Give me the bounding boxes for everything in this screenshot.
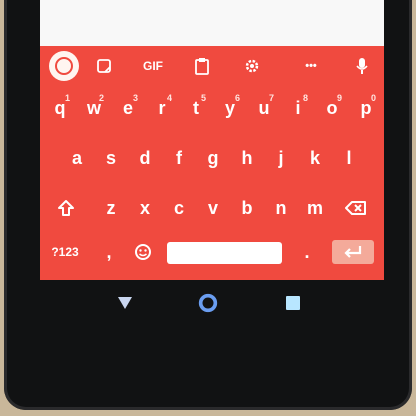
key-w[interactable]: w2 — [78, 90, 110, 126]
back-triangle-icon — [118, 297, 132, 309]
key-k[interactable]: k — [299, 140, 331, 176]
symbols-key[interactable]: ?123 — [44, 234, 86, 270]
more-button[interactable]: ••• — [294, 54, 328, 78]
recents-square-icon — [286, 296, 300, 310]
emoji-key[interactable] — [128, 234, 158, 270]
gif-button[interactable]: GIF — [136, 54, 170, 78]
home-button[interactable] — [197, 292, 219, 314]
key-hint: 0 — [370, 93, 376, 103]
key-v[interactable]: v — [197, 190, 229, 226]
key-hint: 9 — [336, 93, 342, 103]
comma-key[interactable]: , — [94, 234, 124, 270]
shift-arrow-icon — [58, 200, 74, 216]
key-o[interactable]: o9 — [316, 90, 348, 126]
key-hint: 2 — [98, 93, 104, 103]
gear-icon — [245, 59, 259, 73]
key-u[interactable]: u7 — [248, 90, 280, 126]
key-hint: 3 — [132, 93, 138, 103]
key-hint: 1 — [64, 93, 70, 103]
key-row-1: q1 w2 e3 r4 t5 y6 u7 i8 o9 p0 — [40, 90, 384, 126]
sticker-icon — [97, 59, 111, 73]
clipboard-button[interactable] — [188, 54, 216, 78]
enter-arrow-icon — [344, 246, 362, 258]
key-b[interactable]: b — [231, 190, 263, 226]
key-hint: 8 — [302, 93, 308, 103]
key-n[interactable]: n — [265, 190, 297, 226]
period-key[interactable]: . — [292, 234, 322, 270]
microphone-button[interactable] — [348, 54, 376, 78]
key-j[interactable]: j — [265, 140, 297, 176]
key-q[interactable]: q1 — [44, 90, 76, 126]
key-z[interactable]: z — [95, 190, 127, 226]
key-g[interactable]: g — [197, 140, 229, 176]
clipboard-icon — [195, 58, 209, 75]
key-t[interactable]: t5 — [180, 90, 212, 126]
screen: GIF ••• q 1 w 2 e 3 r 4 t 5 y 6 u 7 i 8 … — [40, 0, 384, 280]
key-s[interactable]: s — [95, 140, 127, 176]
key-p[interactable]: p0 — [350, 90, 382, 126]
period-label: . — [304, 241, 310, 262]
back-button[interactable] — [114, 292, 136, 314]
key-r[interactable]: r4 — [146, 90, 178, 126]
key-y[interactable]: y6 — [214, 90, 246, 126]
symbols-label: ?123 — [51, 245, 79, 259]
settings-button[interactable] — [238, 54, 266, 78]
phone-frame: GIF ••• q 1 w 2 e 3 r 4 t 5 y 6 u 7 i 8 … — [4, 0, 412, 410]
spacebar[interactable] — [167, 242, 282, 264]
google-g-button[interactable] — [49, 51, 79, 81]
key-row-4: ?123 , . — [40, 234, 384, 270]
key-m[interactable]: m — [299, 190, 331, 226]
key-row-2: a s d f g h j k l — [40, 140, 384, 176]
more-label: ••• — [305, 60, 317, 72]
backspace-key[interactable] — [338, 190, 374, 226]
key-i[interactable]: i8 — [282, 90, 314, 126]
key-hint: 4 — [166, 93, 172, 103]
comma-label: , — [106, 241, 112, 262]
key-l[interactable]: l — [333, 140, 365, 176]
key-hint: 7 — [268, 93, 274, 103]
emoji-icon — [135, 244, 151, 260]
key-f[interactable]: f — [163, 140, 195, 176]
enter-key[interactable] — [332, 240, 374, 264]
recents-button[interactable] — [282, 292, 304, 314]
keyboard: GIF ••• q 1 w 2 e 3 r 4 t 5 y 6 u 7 i 8 … — [40, 46, 384, 280]
key-row-3: z x c v b n m — [40, 190, 384, 226]
keyboard-toolbar: GIF ••• — [40, 46, 384, 86]
key-hint: 5 — [200, 93, 206, 103]
app-content-area — [40, 0, 384, 46]
microphone-icon — [356, 58, 368, 74]
google-g-icon — [55, 57, 73, 75]
key-a[interactable]: a — [61, 140, 93, 176]
system-navigation-bar — [40, 280, 384, 326]
key-h[interactable]: h — [231, 140, 263, 176]
key-x[interactable]: x — [129, 190, 161, 226]
key-d[interactable]: d — [129, 140, 161, 176]
backspace-icon — [345, 201, 366, 215]
key-e[interactable]: e3 — [112, 90, 144, 126]
shift-key[interactable] — [48, 190, 84, 226]
home-circle-icon — [198, 293, 218, 313]
sticker-button[interactable] — [90, 54, 118, 78]
gif-label: GIF — [143, 59, 163, 73]
key-hint: 6 — [234, 93, 240, 103]
key-c[interactable]: c — [163, 190, 195, 226]
